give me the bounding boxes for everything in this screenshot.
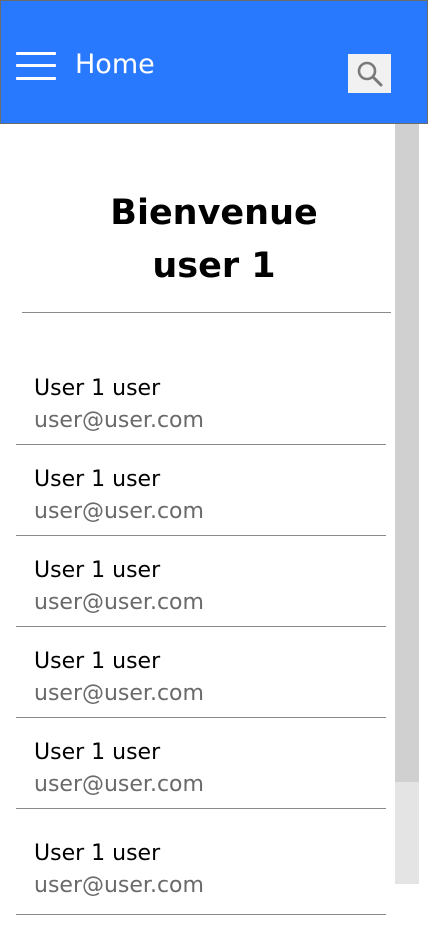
list-item[interactable]: User 1 user user@user.com bbox=[16, 354, 386, 445]
page-title: Home bbox=[75, 49, 155, 80]
list-item[interactable]: User 1 user user@user.com bbox=[16, 445, 386, 536]
welcome-line-1: Bienvenue bbox=[110, 193, 318, 233]
user-name: User 1 user bbox=[34, 467, 161, 492]
user-name: User 1 user bbox=[34, 740, 161, 765]
main-content: Bienvenue user 1 User 1 user user@user.c… bbox=[0, 124, 428, 926]
hamburger-menu-icon bbox=[16, 52, 56, 55]
user-email: user@user.com bbox=[34, 590, 204, 615]
list-item[interactable]: User 1 user user@user.com bbox=[16, 536, 386, 627]
user-email: user@user.com bbox=[34, 772, 204, 797]
scrollbar-track[interactable] bbox=[395, 124, 419, 884]
header-divider bbox=[22, 312, 391, 313]
user-email: user@user.com bbox=[34, 681, 204, 706]
app-bar: Home bbox=[0, 0, 428, 124]
user-name: User 1 user bbox=[34, 649, 161, 674]
search-button[interactable] bbox=[348, 54, 391, 93]
user-name: User 1 user bbox=[34, 558, 161, 583]
user-name: User 1 user bbox=[34, 841, 161, 866]
user-name: User 1 user bbox=[34, 376, 161, 401]
search-icon bbox=[357, 61, 383, 87]
user-email: user@user.com bbox=[34, 873, 204, 898]
list-item[interactable]: User 1 user user@user.com bbox=[16, 718, 386, 809]
welcome-heading: Bienvenue user 1 bbox=[0, 187, 428, 293]
menu-button[interactable] bbox=[16, 52, 56, 82]
list-item[interactable]: User 1 user user@user.com bbox=[16, 809, 386, 915]
scrollbar-thumb[interactable] bbox=[395, 124, 419, 782]
user-email: user@user.com bbox=[34, 408, 204, 433]
list-item[interactable]: User 1 user user@user.com bbox=[16, 627, 386, 718]
user-email: user@user.com bbox=[34, 499, 204, 524]
welcome-line-2: user 1 bbox=[152, 246, 276, 286]
user-list: User 1 user user@user.com User 1 user us… bbox=[16, 354, 386, 915]
